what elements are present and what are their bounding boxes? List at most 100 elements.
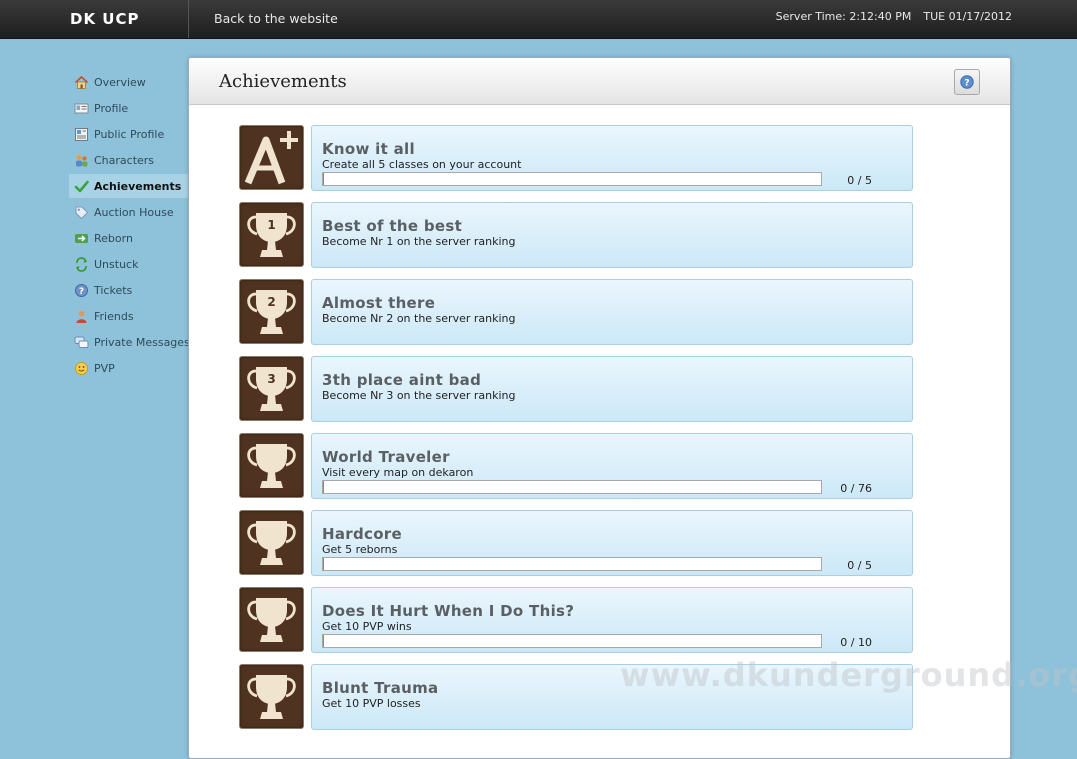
achievement-card: Know it all Create all 5 classes on your … — [311, 125, 913, 191]
help-button[interactable]: ? — [954, 69, 980, 95]
achievement-title: Best of the best — [322, 217, 463, 235]
achievement-row: 1 Best of the best Become Nr 1 on the serv… — [239, 202, 913, 268]
achievement-progress-bar — [322, 634, 822, 648]
messages-icon — [74, 335, 89, 350]
achievement-card: Best of the best Become Nr 1 on the serve… — [311, 202, 913, 268]
achievement-description: Become Nr 3 on the server ranking — [322, 389, 516, 402]
achievement-row: Does It Hurt When I Do This? Get 10 PVP w… — [239, 587, 913, 653]
help-icon: ? — [74, 283, 89, 298]
tag-icon — [74, 205, 89, 220]
top-bar: DK UCP Back to the website Server Time: … — [0, 0, 1077, 39]
watermark: www.dkunderground.org — [620, 656, 1077, 694]
sidebar-item-label: Auction House — [94, 205, 174, 219]
server-time-text: Server Time: 2:12:40 PM — [775, 10, 912, 23]
achievement-row: Know it all Create all 5 classes on your … — [239, 125, 913, 191]
achievement-description: Create all 5 classes on your account — [322, 158, 522, 171]
sidebar-item-label: Tickets — [94, 283, 133, 297]
trophy-icon — [239, 510, 304, 575]
sidebar-item-label: Friends — [94, 309, 134, 323]
achievement-progress-bar — [322, 172, 822, 186]
achievement-title: World Traveler — [322, 448, 450, 466]
achievement-row: 3 3th place aint bad Become Nr 3 on the se… — [239, 356, 913, 422]
achievement-description: Get 5 reborns — [322, 543, 398, 556]
trophy-icon — [239, 587, 304, 652]
achievement-title: Almost there — [322, 294, 436, 312]
sidebar-item-label: Reborn — [94, 231, 133, 245]
achievement-card: Does It Hurt When I Do This? Get 10 PVP w… — [311, 587, 913, 653]
sidebar-item-overview[interactable]: Overview — [69, 70, 189, 94]
home-icon — [74, 75, 89, 90]
achievement-list: Know it all Create all 5 classes on your … — [239, 125, 913, 741]
achievement-progress-bar — [322, 557, 822, 571]
achievement-card: Hardcore Get 5 reborns 0 / 5 — [311, 510, 913, 576]
server-time: Server Time: 2:12:40 PM TUE 01/17/2012 — [776, 10, 1012, 23]
achievement-card: 3th place aint bad Become Nr 3 on the ser… — [311, 356, 913, 422]
achievement-row: Hardcore Get 5 reborns 0 / 5 — [239, 510, 913, 576]
sidebar-item-label: Overview — [94, 75, 146, 89]
sidebar-item-pvp[interactable]: PVP — [69, 356, 189, 380]
achievement-progress-bar — [322, 480, 822, 494]
achievement-title: Does It Hurt When I Do This? — [322, 602, 575, 620]
trophy-icon: 3 — [239, 356, 304, 421]
sidebar-item-label: Characters — [94, 153, 155, 167]
progress-fill — [323, 558, 324, 570]
sidebar-item-label: Public Profile — [94, 127, 165, 141]
rank-number: 1 — [267, 218, 275, 232]
achievement-row: 2 Almost there Become Nr 2 on the server r… — [239, 279, 913, 345]
a-plus-icon — [239, 125, 304, 190]
reborn-icon — [74, 231, 89, 246]
sidebar-item-label: Private Messages — [94, 335, 190, 349]
progress-fill — [323, 481, 324, 493]
help-icon: ? — [960, 75, 974, 89]
smiley-icon — [74, 361, 89, 376]
sidebar-nav: Overview Profile Public Profile Characters A… — [69, 70, 190, 382]
friends-icon — [74, 309, 89, 324]
checkmark-icon — [74, 179, 89, 194]
back-to-website-link[interactable]: Back to the website — [214, 11, 338, 26]
rank-number: 3 — [267, 372, 275, 386]
sidebar-item-label: Profile — [94, 101, 129, 115]
public-profile-icon — [74, 127, 89, 142]
brand-text: DK UCP — [70, 10, 140, 28]
achievement-count: 0 / 10 — [840, 636, 872, 649]
sidebar-item-achievements[interactable]: Achievements — [69, 174, 189, 198]
sidebar-item-auction-house[interactable]: Auction House — [69, 200, 189, 224]
sidebar-item-friends[interactable]: Friends — [69, 304, 189, 328]
achievement-description: Become Nr 1 on the server ranking — [322, 235, 516, 248]
profile-card-icon — [74, 101, 89, 116]
sidebar-item-label: PVP — [94, 361, 115, 375]
sidebar-item-label: Unstuck — [94, 257, 139, 271]
svg-text:?: ? — [79, 287, 84, 297]
achievement-title: Blunt Trauma — [322, 679, 439, 697]
sidebar-item-unstuck[interactable]: Unstuck — [69, 252, 189, 276]
brand-logo[interactable]: DK UCP — [0, 0, 189, 38]
rank-number: 2 — [267, 295, 275, 309]
server-date-text: TUE 01/17/2012 — [923, 10, 1012, 23]
page-title: Achievements — [219, 71, 347, 92]
trophy-icon: 2 — [239, 279, 304, 344]
sidebar-item-reborn[interactable]: Reborn — [69, 226, 189, 250]
refresh-icon — [74, 256, 89, 272]
progress-fill — [323, 173, 324, 185]
sidebar-item-private-messages[interactable]: Private Messages — [69, 330, 190, 354]
sidebar-item-characters[interactable]: Characters — [69, 148, 189, 172]
achievement-count: 0 / 5 — [847, 174, 872, 187]
achievement-title: Hardcore — [322, 525, 402, 543]
svg-text:?: ? — [964, 78, 969, 88]
achievement-description: Get 10 PVP losses — [322, 697, 421, 710]
sidebar-item-tickets[interactable]: ? Tickets — [69, 278, 189, 302]
characters-icon — [74, 153, 89, 168]
sidebar-item-public-profile[interactable]: Public Profile — [69, 122, 189, 146]
trophy-icon — [239, 664, 304, 729]
achievement-description: Get 10 PVP wins — [322, 620, 412, 633]
achievement-description: Visit every map on dekaron — [322, 466, 474, 479]
sidebar-item-label: Achievements — [94, 179, 182, 193]
achievement-row: World Traveler Visit every map on dekaron… — [239, 433, 913, 499]
achievement-title: Know it all — [322, 140, 415, 158]
achievement-description: Become Nr 2 on the server ranking — [322, 312, 516, 325]
achievement-count: 0 / 5 — [847, 559, 872, 572]
trophy-icon — [239, 433, 304, 498]
achievement-card: Almost there Become Nr 2 on the server ra… — [311, 279, 913, 345]
sidebar-item-profile[interactable]: Profile — [69, 96, 189, 120]
achievement-card: World Traveler Visit every map on dekaron… — [311, 433, 913, 499]
